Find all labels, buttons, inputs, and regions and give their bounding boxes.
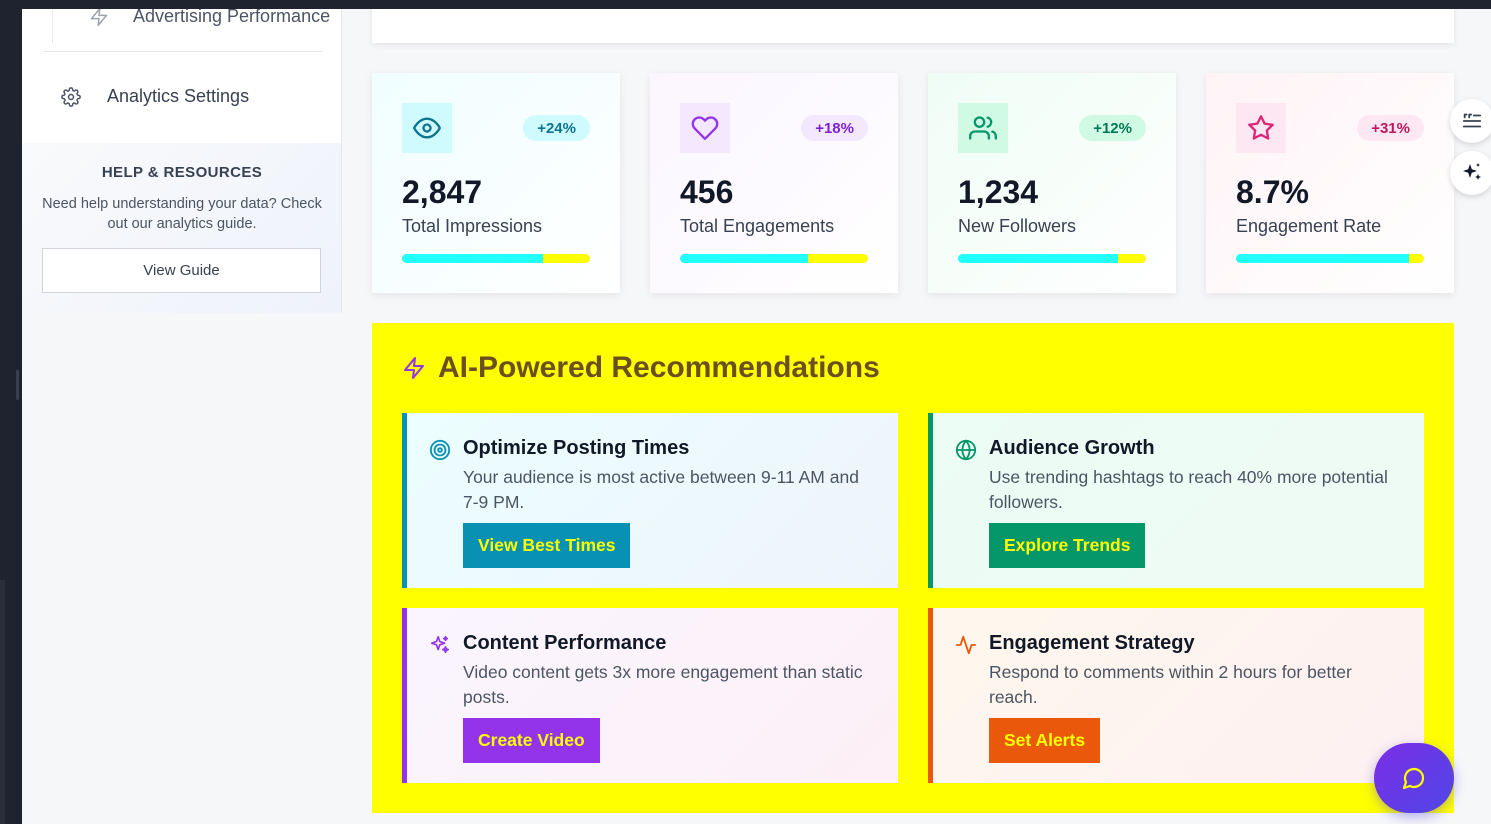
progress-fill [402,254,543,263]
progress-bar [1236,254,1424,263]
stat-label: Total Engagements [680,216,835,236]
stat-card-followers: +12% 1,234 New Followers [928,73,1176,293]
stat-value: 1,234 [958,174,1039,210]
create-video-button[interactable]: Create Video [463,718,600,763]
stat-label: New Followers [958,216,1077,236]
eye-icon [402,103,452,153]
host-left-panel [0,0,22,824]
help-resources-panel: HELP & RESOURCES Need help understanding… [22,143,342,313]
recommendation-title: Audience Growth [989,437,1155,459]
top-card [372,9,1454,43]
change-badge: +18% [801,115,868,141]
recommendation-description: Use trending hashtags to reach 40% more … [989,467,1388,512]
view-guide-button[interactable]: View Guide [42,248,321,293]
chat-button[interactable] [1374,743,1454,813]
resize-handle[interactable] [16,370,19,400]
divider [44,51,322,52]
gear-icon [61,87,81,107]
change-badge: +12% [1079,115,1146,141]
ai-recommendations-panel: AI-Powered Recommendations Optimize Post… [372,323,1454,813]
progress-bar [958,254,1146,263]
stat-value: 2,847 [402,174,483,210]
section-title: AI-Powered Recommendations [438,351,880,384]
sidebar-item-advertising-performance[interactable]: Advertising Performance [52,9,330,43]
recommendation-card-audience-growth: Audience Growth Use trending hashtags to… [928,413,1424,588]
sidebar-item-analytics-settings[interactable]: Analytics Settings [44,79,322,115]
recommendation-card-engagement-strategy: Engagement Strategy Respond to comments … [928,608,1424,783]
progress-fill [680,254,808,263]
progress-bar [680,254,868,263]
recommendation-card-posting-times: Optimize Posting Times Your audience is … [402,413,898,588]
set-alerts-button[interactable]: Set Alerts [989,718,1101,763]
recommendation-description: Your audience is most active between 9-1… [463,467,859,512]
sidebar-nav: Advertising Performance Analytics Settin… [22,9,342,143]
change-badge: +24% [523,115,590,141]
recommendation-card-content-performance: Content Performance Video content gets 3… [402,608,898,783]
recommendation-title: Engagement Strategy [989,632,1195,654]
quote-list-icon [1462,113,1482,128]
stat-value: 8.7% [1236,174,1309,210]
target-icon [429,439,451,461]
change-badge: +31% [1357,115,1424,141]
sidebar: Advertising Performance Analytics Settin… [22,9,342,824]
stat-label: Total Impressions [402,216,543,236]
stat-value: 456 [680,174,734,210]
recommendation-description: Video content gets 3x more engagement th… [463,662,863,707]
sidebar-item-label: Analytics Settings [107,86,250,106]
stat-card-impressions: +24% 2,847 Total Impressions [372,73,620,293]
explore-trends-button[interactable]: Explore Trends [989,523,1146,568]
zap-icon [404,357,424,379]
ai-assist-tool-button[interactable] [1450,151,1491,195]
zap-icon [90,9,108,27]
stat-card-engagement-rate: +31% 8.7% Engagement Rate [1206,73,1454,293]
stat-label: Engagement Rate [1236,216,1382,236]
help-description: Need help understanding your data? Check… [42,196,322,232]
sidebar-item-label: Advertising Performance [133,9,331,26]
star-icon [1236,103,1286,153]
help-title: HELP & RESOURCES [101,164,263,181]
progress-bar [402,254,590,263]
heart-icon [680,103,730,153]
progress-fill [958,254,1118,263]
progress-fill [1236,254,1409,263]
host-panel-edge [0,580,5,824]
window-top-edge [0,0,1491,9]
sparkles-icon [430,635,450,654]
recommendation-title: Optimize Posting Times [463,437,690,459]
globe-icon [955,439,977,461]
analytics-app: Advertising Performance Analytics Settin… [22,9,1491,824]
quote-list-tool-button[interactable] [1450,99,1491,143]
chat-bubble-icon [1402,767,1425,790]
users-icon [958,103,1008,153]
sparkles-icon [1463,163,1481,180]
recommendation-description: Respond to comments within 2 hours for b… [989,662,1352,707]
stat-card-engagements: +18% 456 Total Engagements [650,73,898,293]
view-best-times-button[interactable]: View Best Times [463,523,631,568]
floating-tools [1450,99,1491,195]
activity-icon [955,635,977,655]
recommendation-title: Content Performance [463,632,667,654]
